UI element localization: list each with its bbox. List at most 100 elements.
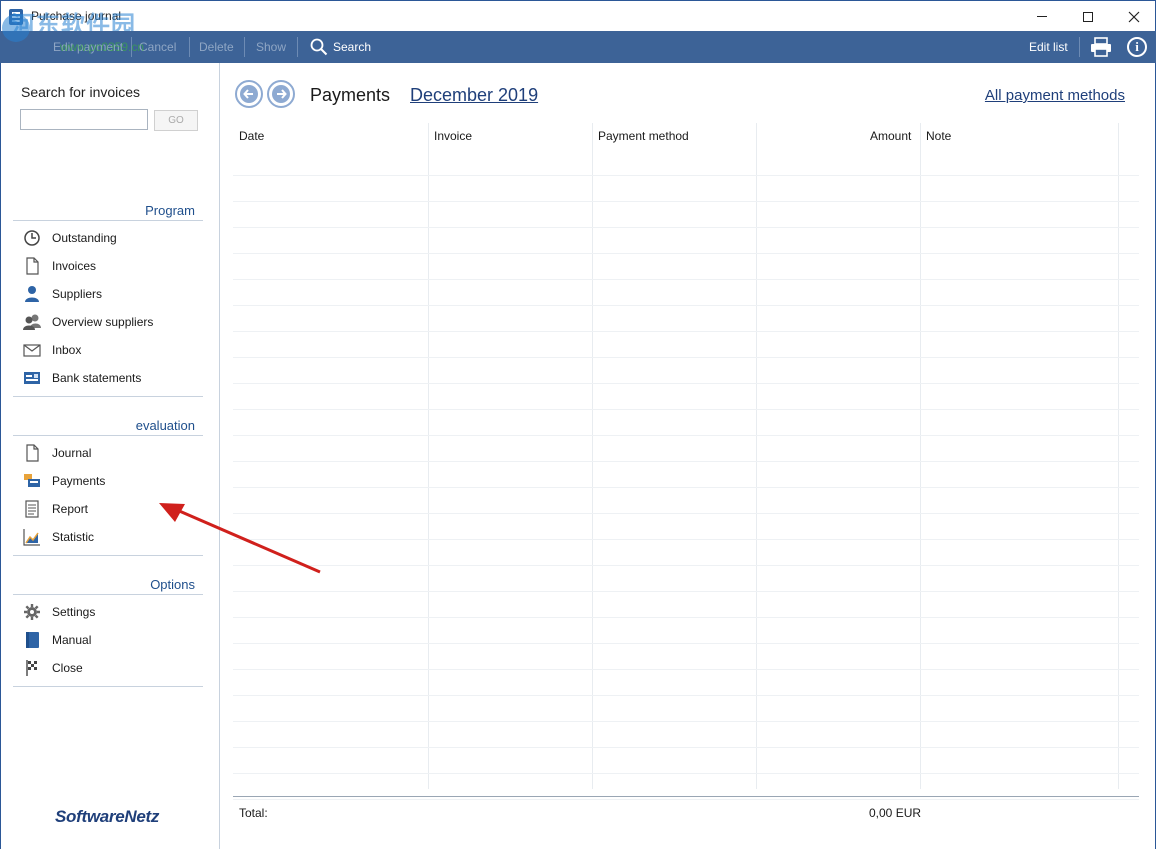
- table-row-divider: [233, 747, 1139, 748]
- sidebar-item-label: Invoices: [52, 259, 97, 273]
- table-row-divider: [233, 643, 1139, 644]
- sidebar-item-manual[interactable]: Manual: [23, 629, 91, 651]
- table-row-divider: [233, 487, 1139, 488]
- search-icon[interactable]: [310, 38, 328, 56]
- table-row-divider: [233, 669, 1139, 670]
- sidebar-item-label: Inbox: [52, 343, 82, 357]
- next-period-button[interactable]: [267, 80, 295, 108]
- sidebar-item-label: Close: [52, 661, 83, 675]
- table-row-divider: [233, 201, 1139, 202]
- gear-icon: [24, 604, 40, 620]
- table-row-divider: [233, 591, 1139, 592]
- sidebar-item-overview-suppliers[interactable]: Overview suppliers: [23, 311, 153, 333]
- column-header-amount[interactable]: Amount: [870, 123, 911, 149]
- annotation-arrow-icon: [159, 503, 321, 574]
- brand-logo: SoftwareNetz: [55, 807, 160, 826]
- close-window-button[interactable]: [1111, 1, 1156, 32]
- toolbar-separator: [244, 37, 245, 57]
- total-value: 0,00 EUR: [869, 806, 922, 820]
- sidebar-item-inbox[interactable]: Inbox: [23, 339, 81, 361]
- table-row-divider: [233, 253, 1139, 254]
- column-divider: [1118, 123, 1119, 789]
- payment-methods-link[interactable]: All payment methods: [985, 87, 1125, 104]
- report-icon: [25, 500, 39, 518]
- section-divider: [13, 686, 203, 687]
- chart-icon: [23, 529, 40, 546]
- column-divider: [756, 123, 757, 789]
- period-link[interactable]: December 2019: [410, 85, 538, 106]
- sidebar-item-label: Statistic: [52, 530, 95, 544]
- arrow-right-icon: [272, 85, 290, 103]
- sidebar-item-invoices[interactable]: Invoices: [23, 255, 96, 277]
- toolbar-separator: [189, 37, 190, 57]
- column-header-note[interactable]: Note: [926, 123, 951, 149]
- table-row-divider: [233, 331, 1139, 332]
- section-divider: [13, 396, 203, 397]
- sidebar-item-close[interactable]: Close: [23, 657, 83, 679]
- table-row-divider: [233, 721, 1139, 722]
- sidebar: Search for invoices GO Program Outstandi…: [0, 63, 220, 849]
- toolbar: Edit payment Cancel Delete Show Search E…: [0, 31, 1156, 63]
- payments-table: Date Invoice Payment method Amount Note: [233, 123, 1139, 800]
- go-button[interactable]: GO: [154, 110, 198, 131]
- column-divider: [592, 123, 593, 789]
- sidebar-item-suppliers[interactable]: Suppliers: [23, 283, 102, 305]
- sidebar-item-settings[interactable]: Settings: [23, 601, 95, 623]
- table-row-divider: [233, 799, 1139, 800]
- watermark-logo-icon: [2, 14, 30, 42]
- document-icon: [26, 257, 39, 275]
- sidebar-item-label: Report: [52, 502, 89, 516]
- page-title: Payments: [310, 85, 391, 105]
- book-icon: [26, 632, 39, 648]
- delete-button[interactable]: Delete: [199, 31, 234, 63]
- sidebar-item-bank-statements[interactable]: Bank statements: [23, 367, 141, 389]
- search-label: Search for invoices: [21, 84, 141, 100]
- checkered-flag-icon: [26, 660, 37, 676]
- table-footer-divider: [233, 796, 1139, 797]
- table-row-divider: [233, 513, 1139, 514]
- info-icon[interactable]: i: [1127, 37, 1147, 57]
- cancel-button[interactable]: Cancel: [139, 31, 176, 63]
- bank-statement-icon: [24, 372, 40, 384]
- column-header-payment-method[interactable]: Payment method: [598, 123, 689, 149]
- minimize-button[interactable]: [1019, 1, 1065, 32]
- table-row-divider: [233, 435, 1139, 436]
- sidebar-item-label: Manual: [52, 633, 92, 647]
- sidebar-item-label: Overview suppliers: [52, 315, 154, 329]
- printer-icon[interactable]: [1090, 37, 1112, 57]
- total-label: Total:: [239, 806, 268, 820]
- maximize-button[interactable]: [1065, 1, 1111, 32]
- payments-icon: [24, 474, 40, 487]
- sidebar-item-statistic[interactable]: Statistic: [23, 526, 94, 548]
- show-button[interactable]: Show: [256, 31, 286, 63]
- document-icon: [26, 444, 39, 462]
- sidebar-item-label: Outstanding: [52, 231, 117, 245]
- table-row-divider: [233, 357, 1139, 358]
- sidebar-item-payments[interactable]: Payments: [23, 470, 105, 492]
- invoice-search-input[interactable]: [20, 109, 148, 130]
- table-row-divider: [233, 461, 1139, 462]
- sidebar-item-label: Bank statements: [52, 371, 142, 385]
- sidebar-item-outstanding[interactable]: Outstanding: [23, 227, 117, 249]
- column-header-invoice[interactable]: Invoice: [434, 123, 472, 149]
- sidebar-item-report[interactable]: Report: [23, 498, 88, 520]
- column-divider: [428, 123, 429, 789]
- table-row-divider: [233, 383, 1139, 384]
- minimize-icon: [1037, 16, 1047, 17]
- close-icon: [1128, 11, 1140, 22]
- column-header-date[interactable]: Date: [239, 123, 264, 149]
- edit-list-button[interactable]: Edit list: [1029, 31, 1068, 63]
- sidebar-item-label: Settings: [52, 605, 96, 619]
- table-row-divider: [233, 565, 1139, 566]
- sidebar-item-journal[interactable]: Journal: [23, 442, 91, 464]
- search-button[interactable]: Search: [333, 31, 371, 63]
- table-row-divider: [233, 175, 1139, 176]
- users-icon: [23, 314, 41, 330]
- table-row-divider: [233, 539, 1139, 540]
- toolbar-separator: [1079, 37, 1080, 57]
- table-row-divider: [233, 305, 1139, 306]
- column-divider: [920, 123, 921, 789]
- previous-period-button[interactable]: [235, 80, 263, 108]
- table-row-divider: [233, 773, 1139, 774]
- main-panel: Payments December 2019 All payment metho…: [221, 63, 1156, 849]
